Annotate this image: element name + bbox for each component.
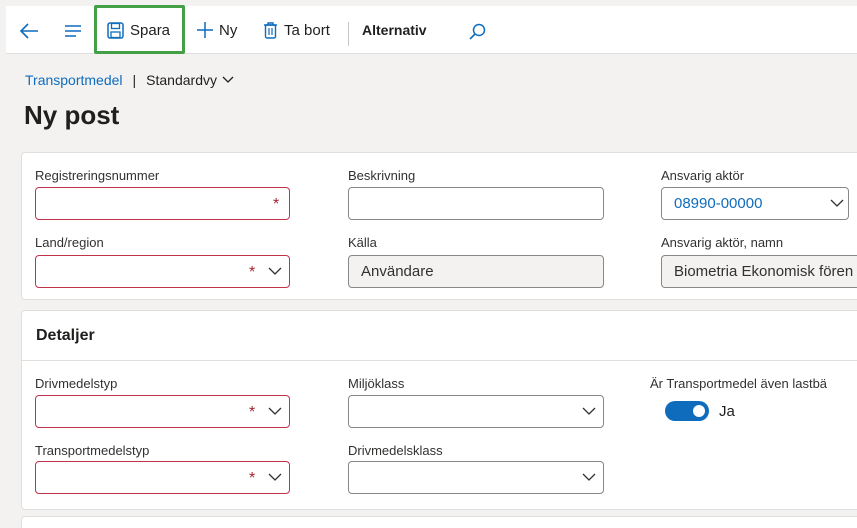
chevron-down-icon — [582, 473, 596, 481]
chevron-down-icon — [830, 199, 844, 207]
reg-number-label: Registreringsnummer — [35, 168, 160, 183]
next-section-card — [21, 516, 857, 528]
options-button[interactable]: Alternativ — [362, 6, 427, 54]
chevron-down-icon — [268, 407, 282, 415]
responsible-actor-name-label: Ansvarig aktör, namn — [661, 235, 784, 250]
delete-label: Ta bort — [284, 21, 330, 39]
fuel-type-label: Drivmedelstyp — [35, 376, 118, 391]
responsible-actor-value[interactable]: 08990-00000 — [662, 195, 762, 212]
toggle-knob — [693, 405, 705, 417]
save-button-highlight — [94, 5, 185, 54]
responsible-actor-name-field: Biometria Ekonomisk fören — [661, 255, 857, 288]
country-select[interactable]: * — [35, 255, 290, 288]
source-value: Användare — [361, 263, 434, 280]
reg-number-input[interactable]: * — [35, 187, 290, 220]
env-class-select[interactable] — [348, 395, 604, 428]
transport-type-label: Transportmedelstyp — [35, 443, 150, 458]
new-label: Ny — [219, 21, 238, 39]
options-label: Alternativ — [362, 22, 427, 38]
fuel-type-select[interactable]: * — [35, 395, 290, 428]
toolbar-divider — [348, 22, 349, 46]
hamburger-menu-icon[interactable] — [62, 20, 84, 42]
fuel-class-select[interactable] — [348, 461, 604, 494]
transport-type-select[interactable]: * — [35, 461, 290, 494]
required-asterisk: * — [249, 470, 256, 487]
trash-icon — [263, 21, 278, 39]
plus-icon — [197, 22, 213, 38]
chevron-down-icon — [582, 407, 596, 415]
details-header[interactable]: Detaljer — [22, 311, 857, 361]
search-icon[interactable] — [466, 20, 488, 42]
responsible-actor-select[interactable]: 08990-00000 — [661, 187, 849, 220]
country-label: Land/region — [35, 235, 104, 250]
is-truck-value: Ja — [719, 403, 735, 420]
responsible-actor-name-value: Biometria Ekonomisk fören — [674, 263, 854, 280]
breadcrumb-separator: | — [132, 72, 137, 88]
required-asterisk: * — [249, 264, 256, 281]
source-field: Användare — [348, 255, 604, 288]
page-title: Ny post — [24, 100, 120, 130]
env-class-label: Miljöklass — [348, 376, 405, 391]
chevron-down-icon — [268, 473, 282, 481]
fuel-class-label: Drivmedelsklass — [348, 443, 443, 458]
is-truck-toggle[interactable] — [665, 401, 709, 421]
chevron-down-icon — [268, 267, 282, 275]
chevron-down-icon — [222, 76, 234, 83]
required-asterisk: * — [273, 196, 280, 213]
description-input[interactable] — [348, 187, 604, 220]
details-title: Detaljer — [36, 327, 95, 344]
view-selector-label: Standardvy — [146, 72, 217, 88]
responsible-actor-label: Ansvarig aktör — [661, 168, 745, 183]
breadcrumb-entity-link[interactable]: Transportmedel — [25, 72, 123, 88]
new-button[interactable]: Ny — [197, 6, 237, 54]
required-asterisk: * — [249, 404, 256, 421]
back-arrow-icon[interactable] — [18, 20, 40, 42]
description-label: Beskrivning — [348, 168, 416, 183]
view-selector[interactable]: Standardvy — [146, 72, 234, 88]
breadcrumb: Transportmedel | Standardvy — [25, 72, 234, 88]
source-label: Källa — [348, 235, 377, 250]
delete-button[interactable]: Ta bort — [263, 6, 330, 54]
is-truck-label: Är Transportmedel även lastbä — [650, 376, 828, 391]
